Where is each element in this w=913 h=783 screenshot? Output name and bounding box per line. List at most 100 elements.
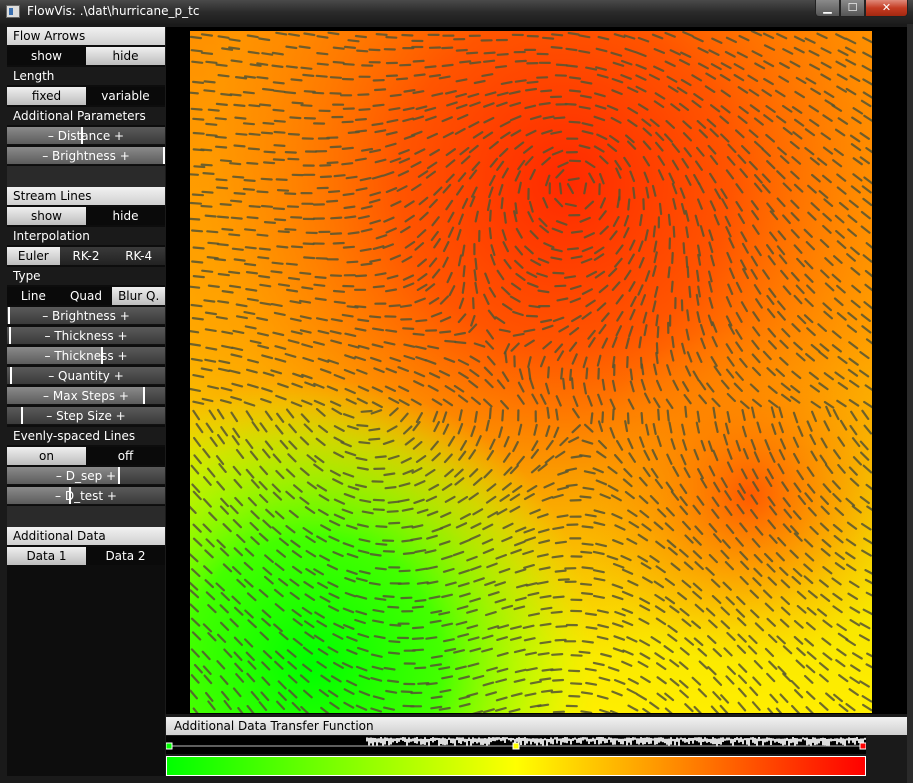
stream-line-segment: [554, 638, 567, 642]
stream-line-segment: [389, 623, 402, 627]
histogram-bar: [674, 738, 676, 746]
slider-knob[interactable]: [163, 147, 165, 164]
stream-line-segment: [568, 120, 581, 124]
title-bar[interactable]: FlowVis: .\dat\hurricane_p_tc ▁ ☐ ✕: [0, 0, 913, 24]
stream-line-segment: [332, 60, 345, 64]
stream-line-segment: [261, 87, 275, 92]
stream-line-segment: [696, 269, 700, 282]
histogram-bar: [770, 738, 772, 745]
stream-line-segment: [284, 150, 297, 154]
slider-knob[interactable]: [8, 307, 10, 324]
stream-line-segment: [233, 258, 246, 262]
stream-line-segment: [217, 35, 230, 39]
stream-line-segment: [568, 694, 581, 698]
histogram-bar: [528, 738, 530, 742]
stream-line-segment: [333, 300, 346, 305]
histogram-bar: [414, 737, 416, 744]
minimize-button[interactable]: ▁: [815, 0, 840, 17]
arrow-brightness-slider[interactable]: – Brightness +: [7, 147, 165, 165]
type-line-button[interactable]: Line: [7, 287, 60, 305]
histogram-bar: [782, 738, 784, 746]
stream-line-segment: [413, 73, 426, 77]
histogram-bar: [840, 737, 842, 744]
flow-visualization-viewport[interactable]: [166, 27, 907, 714]
stream-line-segment: [303, 32, 316, 37]
histogram-bar: [728, 737, 730, 741]
stream-line-segment: [276, 245, 289, 249]
evenly-off-button[interactable]: off: [86, 447, 165, 465]
histogram-bar: [450, 738, 452, 743]
stream-line-segment: [541, 689, 554, 693]
stream-line-segment: [230, 59, 243, 63]
interp-euler-button[interactable]: Euler: [7, 247, 60, 265]
stream-brightness-slider[interactable]: – Brightness +: [7, 307, 165, 325]
length-variable-button[interactable]: variable: [86, 87, 165, 105]
stream-quantity-slider[interactable]: – Quantity +: [7, 367, 165, 385]
stream-line-segment: [326, 161, 339, 165]
flow-field-canvas[interactable]: [190, 31, 872, 713]
stream-line-segment: [580, 550, 593, 554]
evenly-on-button[interactable]: on: [7, 447, 86, 465]
stream-line-segment: [639, 214, 643, 227]
stream-line-segment: [330, 216, 343, 220]
type-quad-button[interactable]: Quad: [59, 287, 113, 305]
close-button[interactable]: ✕: [865, 0, 908, 17]
interpolation-label: Interpolation: [7, 227, 165, 245]
slider-knob[interactable]: [143, 387, 145, 404]
flow-arrows-hide-button[interactable]: hide: [86, 47, 165, 65]
stream-line-segment: [257, 256, 270, 260]
histogram-bar: [506, 737, 508, 740]
stream-max-steps-slider[interactable]: – Max Steps +: [7, 387, 165, 405]
histogram-bar: [834, 738, 836, 742]
stream-line-segment: [382, 594, 395, 599]
stream-line-segment: [514, 79, 527, 83]
histogram-bar: [590, 738, 592, 742]
slider-knob[interactable]: [21, 407, 23, 424]
stream-line-segment: [489, 209, 492, 222]
transfer-function-editor[interactable]: [166, 736, 866, 754]
stream-lines-show-button[interactable]: show: [7, 207, 86, 225]
stream-line-segment: [228, 284, 242, 289]
stream-line-segment: [207, 108, 220, 112]
stream-line-segment: [383, 472, 396, 477]
stream-line-segment: [441, 46, 454, 50]
stream-line-segment: [546, 406, 550, 419]
stream-line-segment: [360, 262, 373, 266]
type-blur-quad-button[interactable]: Blur Q.: [112, 287, 166, 305]
transfer-function-control-point[interactable]: [512, 742, 520, 750]
histogram-bar: [430, 737, 432, 741]
stream-line-segment: [285, 262, 298, 266]
stream-line-segment: [657, 408, 660, 421]
transfer-function-control-point[interactable]: [859, 742, 866, 750]
stream-line-segment: [302, 242, 315, 246]
data-1-button[interactable]: Data 1: [7, 547, 86, 565]
stream-step-size-slider[interactable]: – Step Size +: [7, 407, 165, 425]
stream-thickness-slider[interactable]: – Thickness +: [7, 327, 165, 345]
stream-line-segment: [580, 710, 593, 713]
stream-line-segment: [233, 192, 246, 195]
maximize-button[interactable]: ☐: [840, 0, 865, 17]
stream-line-segment: [441, 63, 454, 68]
stream-line-segment: [483, 51, 496, 55]
flow-arrows-show-button[interactable]: show: [7, 47, 86, 65]
stream-line-segment: [400, 690, 413, 694]
interp-rk4-button[interactable]: RK-4: [112, 247, 166, 265]
slider-knob[interactable]: [10, 367, 12, 384]
histogram-bar: [794, 738, 796, 746]
arrow-distance-slider[interactable]: – Distance +: [7, 127, 165, 145]
dsep-slider[interactable]: – D_sep +: [7, 467, 165, 485]
histogram-bar: [556, 737, 558, 744]
stream-thickness-2-slider[interactable]: – Thickness +: [7, 347, 165, 365]
histogram-bar: [366, 737, 368, 742]
slider-knob[interactable]: [9, 327, 11, 344]
slider-knob[interactable]: [118, 467, 120, 484]
interp-rk2-button[interactable]: RK-2: [59, 247, 113, 265]
dtest-slider[interactable]: – D_test +: [7, 487, 165, 505]
stream-line-segment: [414, 598, 427, 603]
transfer-function-control-point[interactable]: [166, 742, 173, 750]
stream-lines-hide-button[interactable]: hide: [86, 207, 165, 225]
data-2-button[interactable]: Data 2: [86, 547, 165, 565]
stream-line-segment: [190, 303, 203, 308]
stream-line-segment: [284, 192, 297, 195]
length-fixed-button[interactable]: fixed: [7, 87, 86, 105]
